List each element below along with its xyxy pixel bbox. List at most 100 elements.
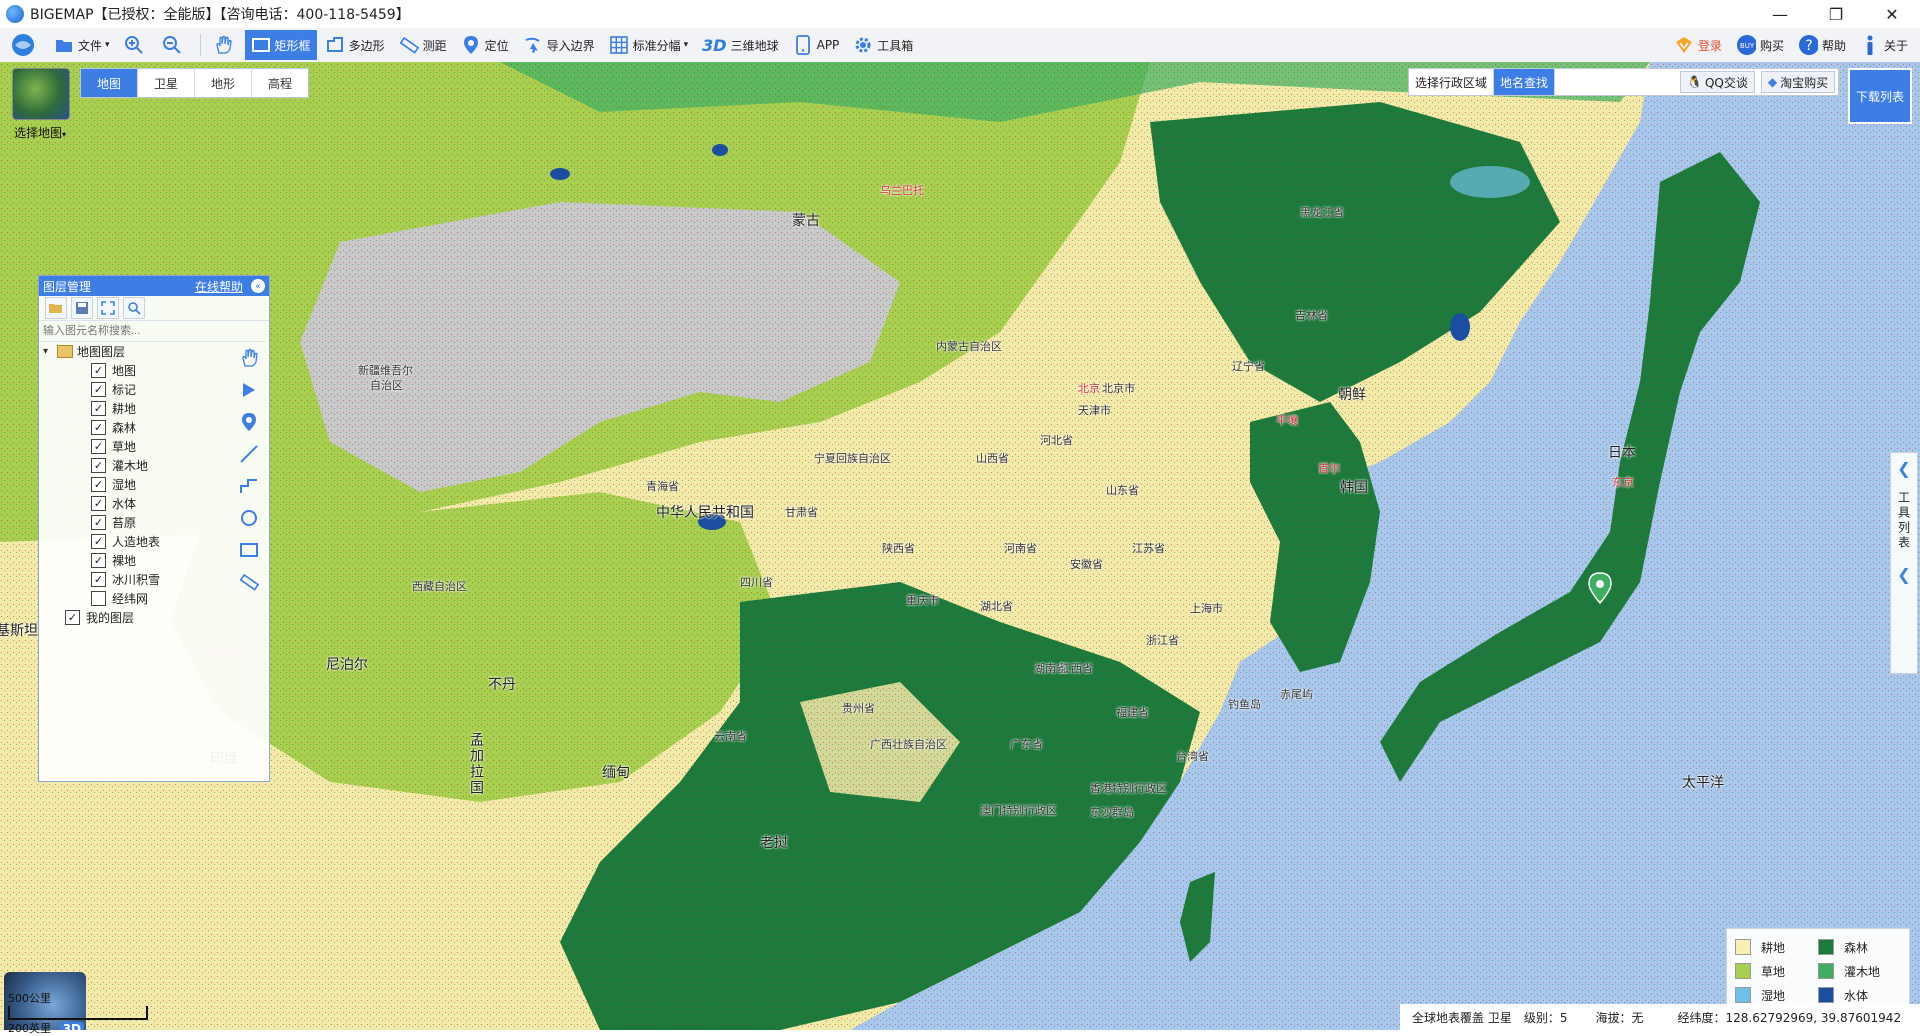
map-marker-icon[interactable] [1588,572,1612,604]
svg-text:?: ? [1805,38,1812,54]
layer-item[interactable]: ✓ 水体 [43,494,233,513]
file-menu-button[interactable]: 文件 ▾ [48,30,116,60]
map-place-label: 基斯坦 [0,623,38,639]
pan-hand-icon [213,35,233,55]
restore-icon[interactable]: ❐ [1808,0,1864,28]
qq-chat-label: QQ交谈 [1704,75,1748,90]
buy-button[interactable]: BUY 购买 [1730,30,1790,60]
ruler-icon[interactable] [235,566,263,598]
layer-item[interactable]: ✓ 苔原 [43,513,233,532]
place-search-button[interactable]: 地名查找 [1494,69,1556,95]
map-place-label: 河南省 [1004,542,1037,555]
app-button[interactable]: APP [787,30,846,60]
tool-list-sidebar[interactable]: ❮ 工具列表 ❮ [1890,452,1918,674]
checkbox[interactable]: ✓ [91,534,106,549]
tree-collapse-icon[interactable]: ▾ [43,346,55,357]
layer-item[interactable]: ✓ 人造地表 [43,532,233,551]
location-pin-icon[interactable] [235,406,263,438]
map-place-label: 缅甸 [602,765,630,781]
collapse-icon[interactable]: « [251,279,265,293]
pan-button[interactable] [207,30,243,60]
taobao-buy-button[interactable]: ◆ 淘宝购买 [1760,71,1836,93]
rectangle-select-label: 矩形框 [274,38,311,53]
map-canvas[interactable]: 乌兰巴托 蒙古 黑龙江省 吉林省 内蒙古自治区 辽宁省 新疆维吾尔 自治区 北京 北京市 天津市 朝鲜… [0,62,1920,1030]
legend-swatch [1735,987,1751,1003]
checkbox[interactable]: ✓ [91,363,106,378]
map-place-label: 广东省 [1010,738,1043,751]
layer-item[interactable]: 经纬网 [43,589,233,608]
checkbox[interactable]: ✓ [91,458,106,473]
checkbox[interactable]: ✓ [91,382,106,397]
rectangle-select-button[interactable]: 矩形框 [244,30,317,60]
pointer-icon[interactable] [235,374,263,406]
layer-item[interactable]: ✓ 草地 [43,437,233,456]
select-region-button[interactable]: 选择行政区域 [1409,69,1495,95]
checkbox[interactable]: ✓ [91,572,106,587]
zoom-out-button[interactable] [156,30,192,60]
close-icon[interactable]: ✕ [1864,0,1920,28]
line-icon[interactable] [235,438,263,470]
logo-button[interactable] [0,30,46,60]
search-input[interactable] [1555,69,1678,95]
measure-distance-button[interactable]: 测距 [393,30,453,60]
standard-sheet-button[interactable]: 标准分幅 ▾ [603,30,695,60]
checkbox[interactable]: ✓ [91,439,106,454]
layer-item[interactable]: ✓ 裸地 [43,551,233,570]
svg-text:BUY: BUY [1740,42,1755,50]
polyline-icon[interactable] [235,470,263,502]
checkbox[interactable]: ✓ [91,401,106,416]
open-folder-icon[interactable] [45,297,67,319]
login-button[interactable]: 登录 [1668,30,1728,60]
tab-terrain[interactable]: 地形 [195,69,252,97]
layer-item[interactable]: ✓ 冰川积雪 [43,570,233,589]
pan-hand-icon[interactable] [235,342,263,374]
circle-icon[interactable] [235,502,263,534]
layer-item[interactable]: ✓ 湿地 [43,475,233,494]
about-button[interactable]: 关于 [1854,30,1914,60]
layer-manager-panel: 图层管理 在线帮助 « ▾ 地图图层 ✓ 地图 ✓ 标记 ✓ 耕地 ✓ 森林 ✓ 草地 ✓ 灌木地 ✓ 湿… [38,275,270,782]
file-menu-label: 文件 [78,38,103,53]
my-layers[interactable]: ✓ 我的图层 [43,608,233,627]
layer-item[interactable]: ✓ 耕地 [43,399,233,418]
layer-item[interactable]: ✓ 灌木地 [43,456,233,475]
map-place-label: 朝鲜 [1338,387,1366,403]
online-help-link[interactable]: 在线帮助 [195,278,243,295]
search-icon[interactable] [123,297,145,319]
polygon-select-button[interactable]: 多边形 [319,30,391,60]
checkbox[interactable]: ✓ [91,553,106,568]
checkbox[interactable]: ✓ [91,496,106,511]
minimize-icon[interactable]: — [1752,0,1808,28]
layer-group-icon [57,345,73,358]
tab-satellite[interactable]: 卫星 [138,69,195,97]
legend-swatch [1818,963,1834,979]
layer-item[interactable]: ✓ 地图 [43,361,233,380]
qq-chat-button[interactable]: 🐧 QQ交谈 [1680,71,1755,93]
layer-item[interactable]: ✓ 标记 [43,380,233,399]
tab-map[interactable]: 地图 [81,69,138,97]
save-icon[interactable] [71,297,93,319]
map-selector-label: 选择地图 [13,126,62,140]
fit-extent-icon[interactable] [97,297,119,319]
download-list-button[interactable]: 下载列表 [1848,68,1912,124]
chevron-left-icon[interactable]: ❮ [1897,453,1910,483]
locate-button[interactable]: 定位 [455,30,515,60]
checkbox[interactable] [91,591,106,606]
checkbox[interactable]: ✓ [91,477,106,492]
layer-root-label: 地图图层 [77,345,126,359]
checkbox[interactable]: ✓ [65,610,80,625]
zoom-in-button[interactable] [118,30,154,60]
tab-elevation[interactable]: 高程 [252,69,308,97]
3d-globe-button[interactable]: 3D 三维地球 [696,30,784,60]
map-selector[interactable]: 选择地图▾ [8,68,72,146]
help-button[interactable]: ? 帮助 [1792,30,1852,60]
layer-search-input[interactable] [39,321,265,342]
layer-item[interactable]: ✓ 森林 [43,418,233,437]
chevron-left-icon[interactable]: ❮ [1897,559,1910,589]
status-coords: 经纬度：128.62792969, 39.87601942 [1677,1010,1902,1025]
toolbox-button[interactable]: 工具箱 [847,30,919,60]
rectangle-icon[interactable] [235,534,263,566]
import-boundary-button[interactable]: 导入边界 [517,30,601,60]
layer-root[interactable]: ▾ 地图图层 [43,342,233,361]
checkbox[interactable]: ✓ [91,515,106,530]
checkbox[interactable]: ✓ [91,420,106,435]
